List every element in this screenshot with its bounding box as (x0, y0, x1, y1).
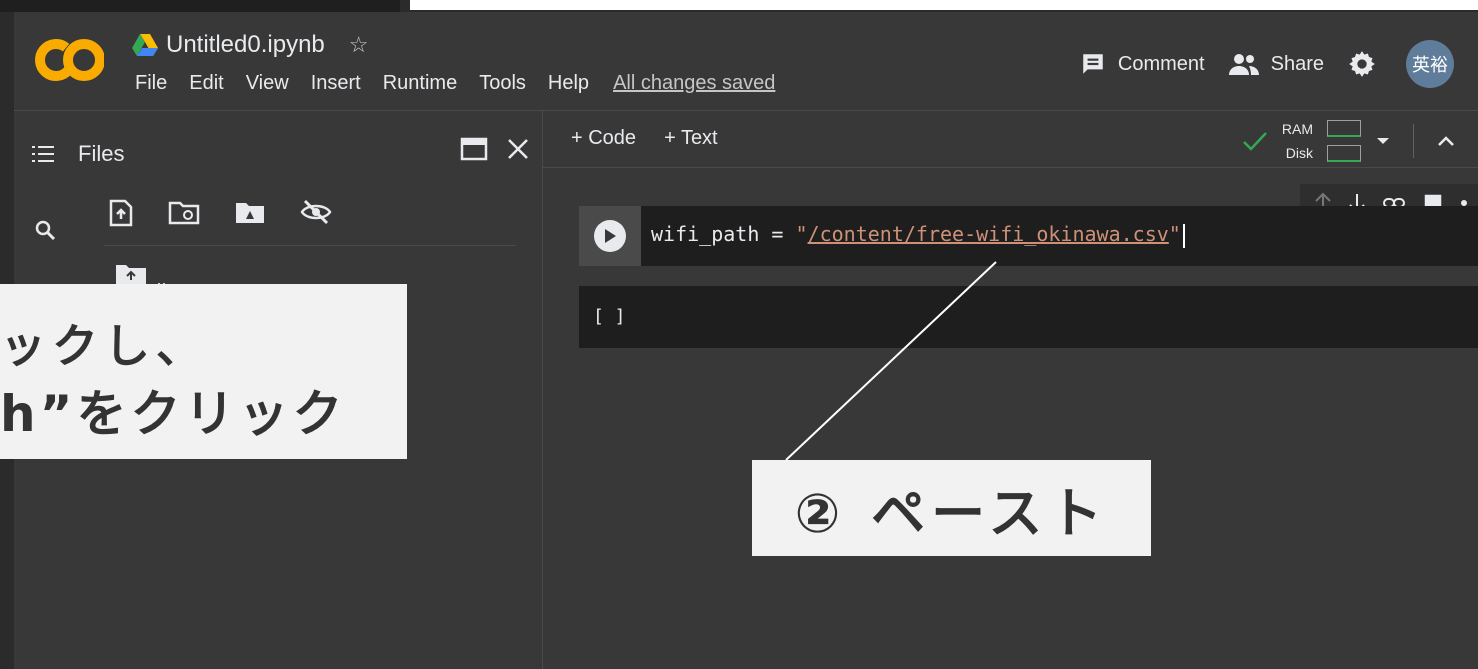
string-path: /content/free-wifi_okinawa.csv (807, 222, 1169, 246)
add-text-button[interactable]: + Text (664, 127, 718, 150)
callout-line-1: ックし、 (0, 319, 208, 373)
sidebar-title: Files (78, 141, 125, 166)
ram-label: RAM (1281, 121, 1313, 137)
folder-up-icon (116, 265, 146, 285)
text-caret (1182, 223, 1185, 248)
top-edge-white (410, 0, 1478, 10)
comment-icon (1083, 54, 1103, 74)
sidebar-header: Files (32, 141, 124, 167)
dropdown-icon[interactable] (1375, 136, 1391, 146)
share-button[interactable]: Share (1228, 52, 1324, 76)
file-toolbar (108, 199, 332, 227)
save-status[interactable]: All changes saved (602, 72, 786, 95)
menu-help[interactable]: Help (537, 72, 600, 95)
share-label: Share (1270, 52, 1324, 75)
insert-buttons: + Code + Text (571, 127, 718, 150)
gear-icon[interactable] (1348, 50, 1376, 78)
notebook-workspace: wifi_path = "/content/free-wifi_okinawa.… (543, 168, 1478, 669)
people-icon (1228, 54, 1259, 75)
toolbar-separator (1413, 124, 1414, 158)
paste-callout: ② ペースト (752, 460, 1151, 556)
resource-bars[interactable] (1327, 120, 1361, 162)
string-quote-close: " (1168, 222, 1181, 246)
resource-labels[interactable]: RAM Disk (1282, 117, 1313, 165)
string-quote-open: " (795, 222, 808, 246)
code-editor[interactable]: wifi_path = "/content/free-wifi_okinawa.… (651, 222, 1185, 248)
instruction-callout-left: ックし、 h”をクリック (0, 284, 407, 459)
callout-line-2: h”をクリック (0, 385, 347, 443)
menu-bar: File Edit View Insert Runtime Tools Help… (124, 72, 786, 95)
disk-bar (1327, 145, 1361, 162)
drive-icon (132, 34, 158, 56)
chevron-up-icon[interactable] (1436, 134, 1456, 148)
header-actions: Comment Share 英裕 (1080, 40, 1454, 88)
top-edge-dark (0, 0, 400, 12)
output-cell[interactable]: [ ] (579, 286, 1478, 348)
code-cell[interactable]: wifi_path = "/content/free-wifi_okinawa.… (579, 206, 1478, 266)
star-icon[interactable]: ☆ (349, 32, 369, 58)
execution-count: [ ] (593, 306, 626, 327)
menu-insert[interactable]: Insert (300, 72, 372, 95)
refresh-folder-icon[interactable] (168, 199, 200, 225)
run-area (579, 206, 641, 266)
runtime-status: RAM Disk (1242, 117, 1456, 165)
list-icon[interactable] (32, 145, 54, 163)
menu-edit[interactable]: Edit (178, 72, 234, 95)
upload-file-icon[interactable] (108, 199, 134, 227)
comment-label: Comment (1117, 52, 1205, 75)
menu-runtime[interactable]: Runtime (372, 72, 468, 95)
play-icon (605, 229, 616, 243)
check-icon (1242, 132, 1267, 151)
title-row: Untitled0.ipynb ☆ (132, 28, 369, 62)
avatar[interactable]: 英裕 (1406, 40, 1454, 88)
mount-drive-icon[interactable] (234, 199, 266, 225)
search-icon[interactable] (34, 219, 56, 241)
menu-file[interactable]: File (124, 72, 178, 95)
code-prefix: wifi_path = (651, 222, 796, 246)
sidebar-divider (104, 245, 516, 246)
notebook-title[interactable]: Untitled0.ipynb (166, 31, 325, 59)
menu-tools[interactable]: Tools (468, 72, 537, 95)
comment-button[interactable]: Comment (1080, 51, 1205, 77)
header: Untitled0.ipynb ☆ File Edit View Insert … (14, 12, 1478, 111)
ram-bar (1327, 120, 1361, 137)
run-button[interactable] (594, 220, 626, 252)
notebook-toolbar: + Code + Text RAM Disk (543, 111, 1478, 168)
close-icon[interactable] (506, 137, 530, 161)
open-in-tab-icon[interactable] (460, 137, 488, 161)
add-code-button[interactable]: + Code (571, 127, 636, 150)
hidden-files-icon[interactable] (300, 199, 332, 225)
disk-label: Disk (1285, 145, 1313, 161)
menu-view[interactable]: View (235, 72, 300, 95)
sidebar-window-controls (460, 137, 530, 161)
colab-logo[interactable] (34, 38, 104, 82)
